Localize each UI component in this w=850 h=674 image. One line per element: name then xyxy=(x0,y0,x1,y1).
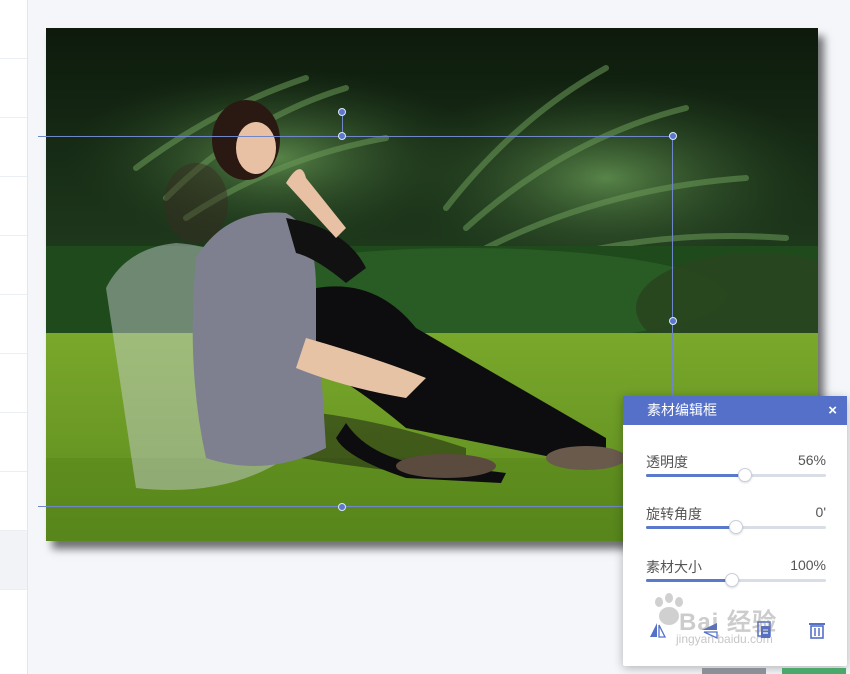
size-label: 素材大小 xyxy=(646,559,702,575)
bottom-button[interactable] xyxy=(782,668,846,674)
list-item[interactable] xyxy=(0,0,27,59)
editor-title: 素材编辑框 xyxy=(647,402,717,418)
opacity-track[interactable] xyxy=(646,468,826,482)
flip-horizontal-icon[interactable] xyxy=(646,619,668,641)
resize-handle-top[interactable] xyxy=(338,132,346,140)
rotate-handle[interactable] xyxy=(338,108,346,116)
list-item[interactable] xyxy=(0,413,27,472)
flip-vertical-icon[interactable] xyxy=(699,619,721,641)
list-item[interactable] xyxy=(0,236,27,295)
bottom-button[interactable] xyxy=(702,668,766,674)
opacity-value: 56% xyxy=(797,452,826,468)
rotation-track-fill xyxy=(646,526,736,529)
size-thumb[interactable] xyxy=(725,573,740,587)
list-item[interactable] xyxy=(0,59,27,118)
resize-handle-bottom[interactable] xyxy=(338,503,346,511)
close-icon[interactable]: × xyxy=(828,396,837,425)
rotation-value: 0' xyxy=(815,504,826,520)
list-item[interactable] xyxy=(0,354,27,413)
delete-icon[interactable] xyxy=(806,619,828,641)
list-item-selected[interactable] xyxy=(0,531,27,590)
copy-layer-icon[interactable] xyxy=(753,619,775,641)
rotation-thumb[interactable] xyxy=(729,520,743,534)
list-item[interactable] xyxy=(0,295,27,354)
list-item[interactable] xyxy=(0,177,27,236)
resize-handle-right[interactable] xyxy=(669,317,677,325)
opacity-thumb[interactable] xyxy=(738,468,752,482)
size-value: 100% xyxy=(790,557,826,573)
list-item[interactable] xyxy=(0,118,27,177)
editor-toolbar xyxy=(646,618,828,642)
opacity-label: 透明度 xyxy=(646,454,688,470)
list-item[interactable] xyxy=(0,472,27,531)
rotation-label: 旋转角度 xyxy=(646,506,702,522)
rotation-track[interactable] xyxy=(646,520,826,534)
resize-handle-top-right[interactable] xyxy=(669,132,677,140)
editor-header: 素材编辑框 × xyxy=(623,396,847,425)
material-list-panel xyxy=(0,0,28,674)
material-editor-panel: 素材编辑框 × 透明度 56% 旋转角度 0' 素材大小 100% xyxy=(623,396,847,666)
size-track-fill xyxy=(646,579,733,582)
size-track[interactable] xyxy=(646,573,826,587)
opacity-track-fill xyxy=(646,474,745,477)
